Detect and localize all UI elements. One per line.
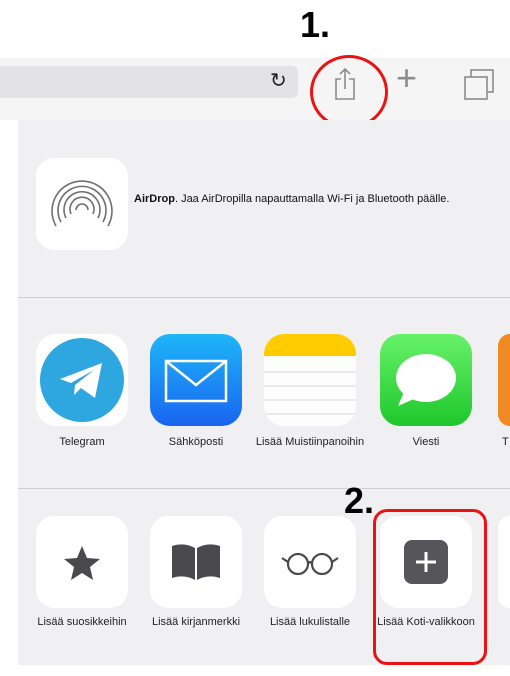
messages-icon <box>380 334 472 426</box>
notes-icon <box>264 334 356 426</box>
address-bar[interactable] <box>0 66 298 98</box>
airdrop-title: AirDrop <box>134 193 175 205</box>
new-tab-icon[interactable]: + <box>396 60 417 96</box>
airdrop-tile[interactable] <box>36 158 128 250</box>
partial-app-label: T <box>502 436 509 448</box>
add-favorites-label: Lisää suosikkeihin <box>37 616 127 628</box>
notes-app-button[interactable] <box>264 334 356 426</box>
add-reading-list-label: Lisää lukulistalle <box>269 616 351 628</box>
add-favorites-button[interactable] <box>36 516 128 608</box>
telegram-icon <box>40 338 124 422</box>
add-bookmark-button[interactable] <box>150 516 242 608</box>
telegram-app-button[interactable] <box>36 334 128 426</box>
reload-icon[interactable]: ↻ <box>270 68 287 93</box>
star-icon <box>64 546 100 580</box>
share-highlight <box>310 55 388 129</box>
step-1-marker: 1. <box>300 4 331 45</box>
notes-label: Lisää Muistiinpanoihin <box>255 436 365 448</box>
messages-label: Viesti <box>412 436 440 448</box>
divider <box>18 297 510 298</box>
partial-action-tile[interactable] <box>498 516 510 608</box>
mail-icon <box>150 334 242 426</box>
airdrop-text: AirDrop. Jaa AirDropilla napauttamalla W… <box>134 193 464 206</box>
add-reading-list-button[interactable] <box>264 516 356 608</box>
add-bookmark-label: Lisää kirjanmerkki <box>151 616 241 628</box>
step-2-marker: 2. <box>344 480 375 521</box>
airdrop-icon <box>51 180 113 230</box>
messages-app-button[interactable] <box>380 334 472 426</box>
partial-app-icon[interactable] <box>498 334 510 426</box>
book-icon <box>172 544 220 580</box>
telegram-label: Telegram <box>59 436 105 448</box>
tabs-icon[interactable] <box>462 68 496 100</box>
mail-app-button[interactable] <box>150 334 242 426</box>
airdrop-description: . Jaa AirDropilla napauttamalla Wi-Fi ja… <box>174 193 450 205</box>
mail-label: Sähköposti <box>168 436 224 448</box>
add-home-highlight <box>373 509 487 665</box>
glasses-icon <box>281 552 339 576</box>
divider <box>18 488 510 489</box>
